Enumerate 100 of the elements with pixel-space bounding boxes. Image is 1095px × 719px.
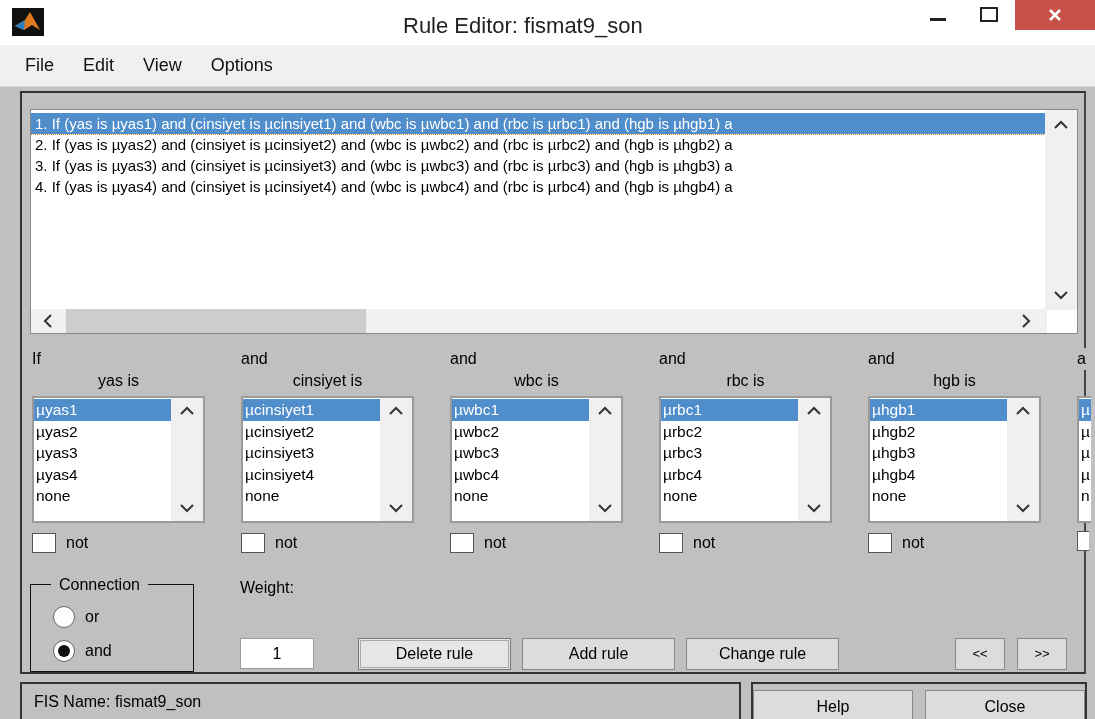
window-title: Rule Editor: fismat9_son <box>403 12 643 40</box>
scroll-up-icon[interactable] <box>598 406 612 416</box>
scroll-down-icon[interactable] <box>1016 504 1030 514</box>
list-item[interactable]: µhgb2 <box>870 421 1007 443</box>
list-item[interactable]: µwbc2 <box>452 421 589 443</box>
checkbox-label: not <box>66 533 89 554</box>
scroll-down-icon[interactable] <box>1054 291 1068 300</box>
membership-list[interactable]: µyas1 µyas2 µyas3 µyas4 none <box>32 396 205 524</box>
rule-row[interactable]: 2. If (yas is µyas2) and (cinsiyet is µcinsiyet2) and (wbc is µwbc2) and (rbc is µrbc2) and (hgb is µhgb2) a <box>31 134 1047 155</box>
radio-label: and <box>85 641 112 661</box>
scroll-left-icon[interactable] <box>43 314 52 329</box>
list-item[interactable]: µcinsiyet3 <box>243 442 380 464</box>
list-item[interactable]: n <box>1079 485 1091 507</box>
list-item[interactable]: µrbc4 <box>661 464 798 486</box>
list-item[interactable]: µwbc3 <box>452 442 589 464</box>
membership-list[interactable]: µwbc1 µwbc2 µwbc3 µwbc4 none <box>450 396 623 524</box>
list-item[interactable]: µcinsiyet2 <box>243 421 380 443</box>
close-icon[interactable] <box>1048 8 1062 22</box>
variable-label: cinsiyet is <box>291 371 364 392</box>
scroll-right-icon[interactable] <box>1022 314 1031 329</box>
list-item[interactable]: none <box>870 485 1007 507</box>
rule-row[interactable]: 1. If (yas is µyas1) and (cinsiyet is µcinsiyet1) and (wbc is µwbc1) and (rbc is µrbc1) and (hgb is µhgb1) a <box>31 113 1047 134</box>
close-button[interactable] <box>1015 0 1095 30</box>
list-item[interactable]: µcinsiyet4 <box>243 464 380 486</box>
list-item[interactable]: µyas1 <box>34 399 171 421</box>
list-item[interactable]: µhgb4 <box>870 464 1007 486</box>
rule-row[interactable]: 4. If (yas is µyas4) and (cinsiyet is µcinsiyet4) and (wbc is µwbc4) and (rbc is µrbc4) and (hgb is µhgb4) a <box>31 176 1047 197</box>
list-item[interactable]: µyas3 <box>34 442 171 464</box>
action-button[interactable]: Change rule <box>686 638 839 670</box>
checkbox-label: not <box>275 533 298 554</box>
connector-label: and <box>659 349 687 370</box>
list-item[interactable]: µhgb1 <box>870 399 1007 421</box>
scroll-up-icon[interactable] <box>807 406 821 416</box>
scroll-up-icon[interactable] <box>1016 406 1030 416</box>
scroll-down-icon[interactable] <box>807 504 821 514</box>
membership-list[interactable]: µrbc1 µrbc2 µrbc3 µrbc4 none <box>659 396 832 524</box>
variable-label: wbc is <box>513 371 560 392</box>
menu-item[interactable]: View <box>143 52 182 79</box>
checkbox-label: not <box>693 533 716 554</box>
variable-label: hgb is <box>932 371 977 392</box>
scrollbar-thumb[interactable] <box>66 309 366 334</box>
list-item[interactable]: µrbc1 <box>661 399 798 421</box>
scroll-down-icon[interactable] <box>598 504 612 514</box>
not-checkbox[interactable] <box>241 533 265 554</box>
action-button[interactable]: Add rule <box>522 638 675 670</box>
list-item[interactable]: µ <box>1079 464 1091 486</box>
list-item[interactable]: µwbc4 <box>452 464 589 486</box>
weight-field[interactable]: 1 <box>240 638 314 669</box>
list-item[interactable]: µwbc1 <box>452 399 589 421</box>
weight-label: Weight: <box>240 578 294 598</box>
not-checkbox[interactable] <box>868 533 892 554</box>
menu-item[interactable]: File <box>25 52 54 79</box>
status-bar: FIS Name: fismat9_son <box>20 682 741 719</box>
connector-label: and <box>868 349 896 370</box>
variable-label: rbc is <box>725 371 766 392</box>
action-button[interactable]: Delete rule <box>358 638 511 670</box>
nav-button[interactable]: >> <box>1017 638 1067 670</box>
menu-item[interactable]: Edit <box>83 52 115 79</box>
list-item[interactable]: µ <box>1079 421 1091 443</box>
radio-label: or <box>85 607 100 627</box>
checkbox-label: not <box>902 533 925 554</box>
list-item[interactable]: µhgb3 <box>870 442 1007 464</box>
variable-label: yas is <box>97 371 140 392</box>
membership-list[interactable]: µ µ µ µ n <box>1077 396 1091 524</box>
rule-row[interactable]: 3. If (yas is µyas3) and (cinsiyet is µcinsiyet3) and (wbc is µwbc3) and (rbc is µrbc3) and (hgb is µhgb3) a <box>31 155 1047 176</box>
list-item[interactable]: µ <box>1079 442 1091 464</box>
scroll-up-icon[interactable] <box>1054 120 1068 129</box>
list-item[interactable]: none <box>243 485 380 507</box>
nav-button[interactable]: << <box>955 638 1005 670</box>
connector-label: and <box>241 349 269 370</box>
footer-button[interactable]: Close <box>925 690 1085 719</box>
not-checkbox[interactable] <box>450 533 474 554</box>
not-checkbox[interactable] <box>1077 531 1089 552</box>
app-logo-icon <box>12 8 44 36</box>
list-item[interactable]: none <box>34 485 171 507</box>
list-item[interactable]: µrbc2 <box>661 421 798 443</box>
list-item[interactable]: µ <box>1079 399 1091 421</box>
menu-item[interactable]: Options <box>210 52 273 79</box>
connector-label: If <box>32 349 42 370</box>
list-item[interactable]: µyas2 <box>34 421 171 443</box>
scroll-up-icon[interactable] <box>180 406 194 416</box>
radio-button[interactable] <box>53 640 75 662</box>
membership-list[interactable]: µhgb1 µhgb2 µhgb3 µhgb4 none <box>868 396 1041 524</box>
membership-list[interactable]: µcinsiyet1 µcinsiyet2 µcinsiyet3 µcinsiyet4 none <box>241 396 414 524</box>
maximize-icon[interactable] <box>980 7 998 22</box>
list-item[interactable]: µcinsiyet1 <box>243 399 380 421</box>
list-item[interactable]: µrbc3 <box>661 442 798 464</box>
radio-button[interactable] <box>53 606 75 628</box>
scroll-up-icon[interactable] <box>389 406 403 416</box>
connector-label: and <box>450 349 478 370</box>
checkbox-label: not <box>484 533 507 554</box>
footer-button[interactable]: Help <box>753 690 913 719</box>
list-item[interactable]: none <box>452 485 589 507</box>
not-checkbox[interactable] <box>32 533 56 554</box>
scroll-down-icon[interactable] <box>389 504 403 514</box>
scroll-down-icon[interactable] <box>180 504 194 514</box>
not-checkbox[interactable] <box>659 533 683 554</box>
rule-list[interactable] <box>30 109 1078 335</box>
list-item[interactable]: none <box>661 485 798 507</box>
list-item[interactable]: µyas4 <box>34 464 171 486</box>
